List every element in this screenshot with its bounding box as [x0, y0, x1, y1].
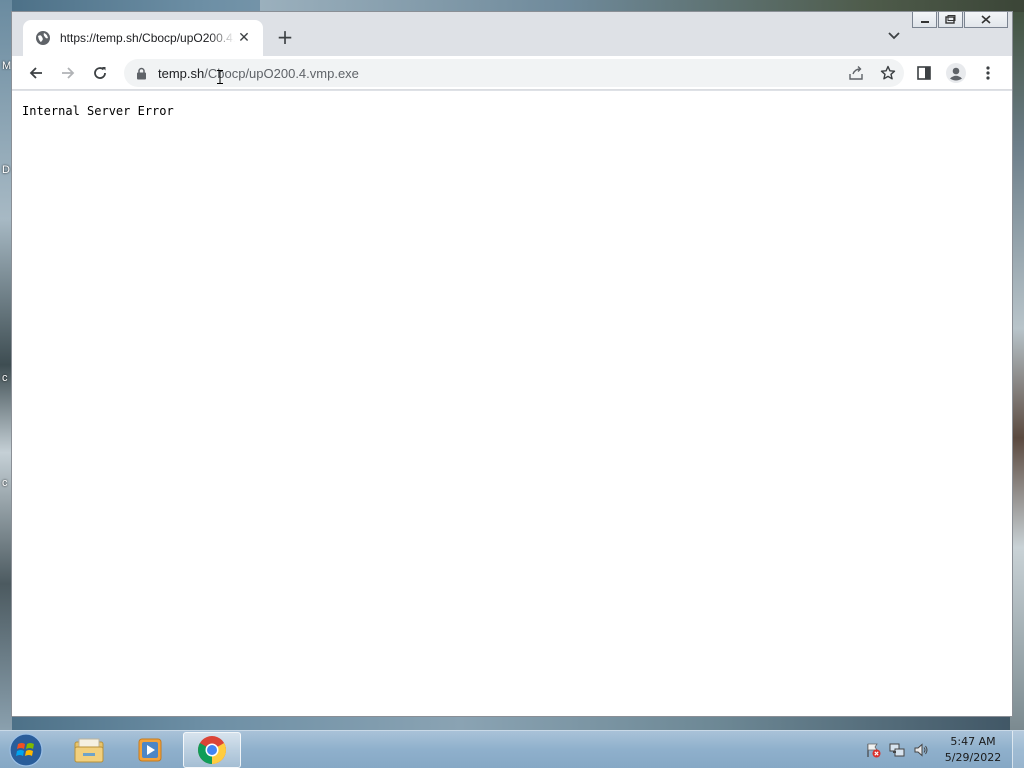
address-bar[interactable]: temp.sh/Cbocp/upO200.4.vmp.exe: [124, 59, 904, 87]
back-button[interactable]: [24, 61, 48, 85]
action-center-flag-icon[interactable]: [864, 741, 882, 759]
taskbar: 5:47 AM 5/29/2022: [0, 730, 1024, 768]
url-text[interactable]: temp.sh/Cbocp/upO200.4.vmp.exe: [158, 66, 359, 81]
page-content: Internal Server Error: [12, 91, 1012, 716]
windows-explorer-taskbar-icon[interactable]: [60, 732, 118, 768]
google-chrome-taskbar-icon[interactable]: [183, 732, 241, 768]
lock-icon[interactable]: [134, 66, 148, 80]
desktop-icon-label-fragment[interactable]: M: [2, 60, 11, 72]
close-tab-icon[interactable]: ✕: [235, 29, 253, 47]
browser-tab[interactable]: https://temp.sh/Cbocp/upO200.4.vmp.exe ✕: [23, 20, 263, 56]
browser-toolbar: temp.sh/Cbocp/upO200.4.vmp.exe: [12, 56, 1012, 90]
window-controls: [911, 12, 1008, 30]
tab-title: https://temp.sh/Cbocp/upO200.4.vmp.exe: [60, 31, 235, 45]
restore-button[interactable]: [938, 12, 963, 28]
tab-search-chevron-icon[interactable]: [886, 28, 902, 44]
network-icon[interactable]: [888, 741, 906, 759]
browser-window: https://temp.sh/Cbocp/upO200.4.vmp.exe ✕…: [11, 11, 1013, 717]
system-tray: [864, 741, 936, 759]
desktop-icon-label-fragment[interactable]: c: [2, 372, 8, 384]
profile-avatar[interactable]: [944, 61, 968, 85]
forward-button[interactable]: [56, 61, 80, 85]
show-desktop-button[interactable]: [1012, 731, 1024, 768]
tab-strip: https://temp.sh/Cbocp/upO200.4.vmp.exe ✕…: [12, 12, 1012, 56]
start-button[interactable]: [6, 732, 46, 768]
minimize-button[interactable]: [912, 12, 937, 28]
url-domain: temp.sh: [158, 65, 205, 81]
url-path: /Cbocp/upO200.4.vmp.exe: [204, 65, 359, 81]
text-cursor-icon: [217, 70, 223, 84]
error-message: Internal Server Error: [22, 104, 174, 118]
desktop-icon-label-fragment[interactable]: c: [2, 477, 8, 489]
volume-icon[interactable]: [912, 741, 930, 759]
side-panel-button[interactable]: [912, 61, 936, 85]
media-player-taskbar-icon[interactable]: [121, 732, 179, 768]
close-window-button[interactable]: [964, 12, 1008, 28]
taskbar-clock[interactable]: 5:47 AM 5/29/2022: [940, 734, 1006, 766]
bookmark-star-icon[interactable]: [878, 63, 898, 83]
reload-button[interactable]: [88, 61, 112, 85]
new-tab-button[interactable]: +: [274, 25, 296, 49]
desktop-icon-label-fragment[interactable]: D: [2, 164, 10, 176]
clock-date: 5/29/2022: [944, 751, 1002, 764]
clock-time: 5:47 AM: [950, 735, 996, 748]
share-icon[interactable]: [846, 63, 866, 83]
menu-kebab-icon[interactable]: [976, 61, 1000, 85]
globe-icon: [35, 30, 51, 46]
